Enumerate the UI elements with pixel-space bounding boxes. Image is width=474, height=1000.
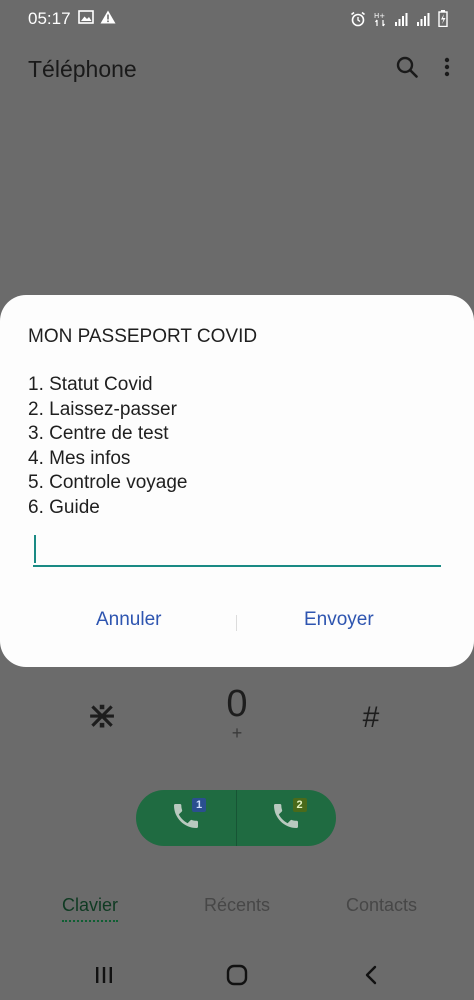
- key-zero[interactable]: 0 +: [197, 684, 277, 742]
- recent-apps-icon[interactable]: [91, 962, 117, 988]
- home-icon[interactable]: [224, 962, 250, 988]
- back-icon[interactable]: [358, 962, 384, 988]
- call-sim1-button[interactable]: 1: [136, 790, 236, 846]
- search-icon[interactable]: [396, 56, 418, 83]
- key-zero-label: 0: [226, 683, 248, 725]
- bottom-tabs: Clavier Récents Contacts: [0, 895, 474, 935]
- status-left-icons: [78, 10, 116, 29]
- signal-icon: [416, 12, 430, 31]
- menu-item: 4. Mes infos: [28, 447, 131, 469]
- status-bar: 05:17 H+: [0, 0, 474, 36]
- call-buttons: 1 2: [136, 790, 336, 846]
- tab-label: Récents: [204, 895, 271, 915]
- sim1-badge: 1: [192, 798, 206, 812]
- dialog-title: MON PASSEPORT COVID: [28, 326, 258, 347]
- tab-clavier[interactable]: Clavier: [62, 895, 119, 922]
- key-hash-label: #: [362, 701, 380, 734]
- sim2-badge: 2: [292, 798, 307, 812]
- alarm-icon: [350, 11, 366, 32]
- call-sim2-button[interactable]: 2: [235, 790, 337, 846]
- signal-icon: [394, 12, 408, 31]
- response-input[interactable]: [33, 531, 441, 567]
- image-icon: [78, 10, 94, 29]
- dialog-menu: 1. Statut Covid 2. Laissez-passer 3. Cen…: [28, 373, 188, 520]
- alert-icon: [100, 10, 116, 29]
- more-options-icon[interactable]: [444, 57, 450, 82]
- status-right-icons: H+: [350, 10, 448, 32]
- key-hash[interactable]: #: [331, 698, 411, 738]
- app-title: Téléphone: [28, 56, 137, 82]
- key-zero-sub: +: [231, 723, 243, 743]
- app-bar-actions: [396, 56, 450, 83]
- menu-item: 6. Guide: [28, 496, 100, 518]
- menu-item: 5. Controle voyage: [28, 472, 188, 493]
- tab-recents[interactable]: Récents: [204, 895, 270, 916]
- menu-item: 2. Laissez-passer: [28, 398, 177, 420]
- cancel-button[interactable]: Annuler: [96, 609, 162, 631]
- key-star[interactable]: ⋇: [62, 696, 142, 736]
- menu-item: 3. Centre de test: [28, 423, 169, 444]
- status-time: 05:17: [28, 9, 71, 28]
- send-button[interactable]: Envoyer: [304, 609, 374, 631]
- key-star-label: ⋇: [86, 695, 118, 737]
- tab-label: Contacts: [346, 895, 418, 915]
- tab-contacts[interactable]: Contacts: [346, 895, 417, 916]
- tab-active-indicator: [62, 920, 119, 922]
- button-divider: [236, 615, 237, 631]
- ussd-dialog: MON PASSEPORT COVID 1. Statut Covid 2. L…: [0, 295, 474, 667]
- navigation-bar: [0, 948, 474, 1000]
- tab-label: Clavier: [62, 895, 119, 915]
- svg-text:H+: H+: [374, 12, 385, 20]
- battery-icon: [438, 10, 448, 32]
- menu-item: 1. Statut Covid: [28, 374, 153, 395]
- data-icon: H+: [374, 11, 386, 32]
- text-caret: [34, 535, 36, 563]
